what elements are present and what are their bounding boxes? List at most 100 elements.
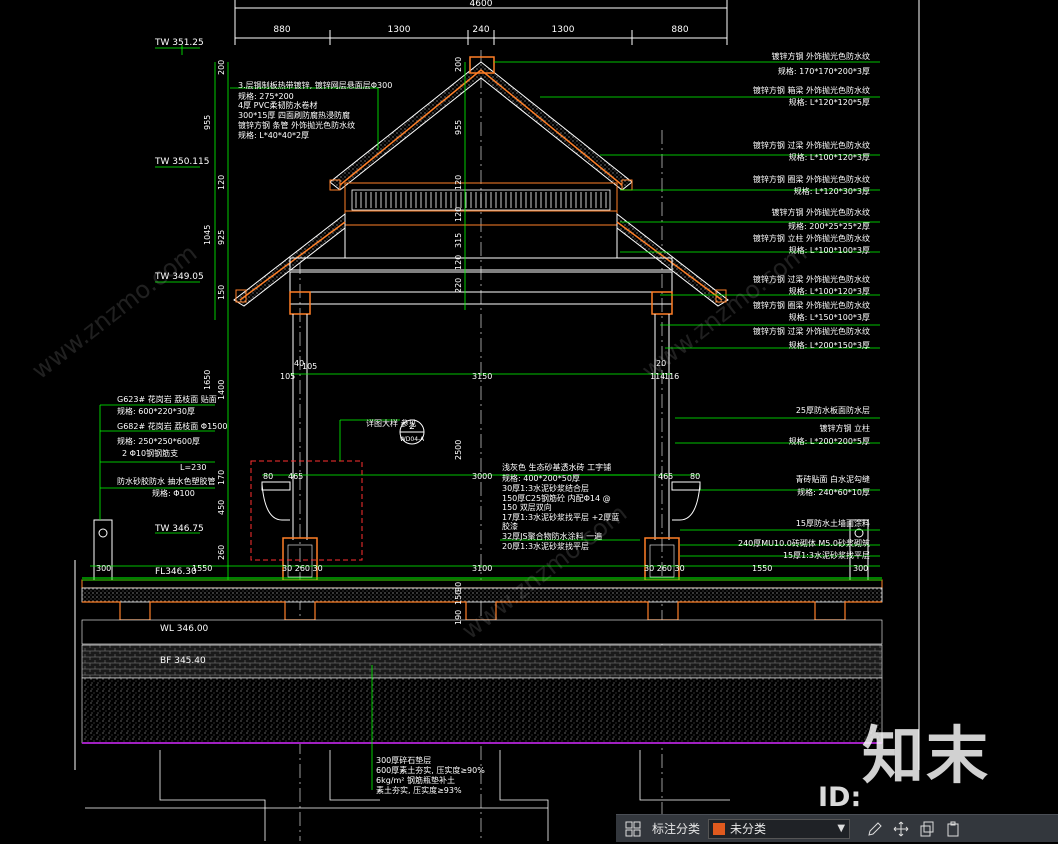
- dim-seg-2: 1300: [388, 25, 411, 35]
- svg-text:925: 925: [217, 230, 226, 245]
- dim-seg-4: 1300: [552, 25, 575, 35]
- elev-4: TW 346.75: [154, 524, 204, 534]
- svg-text:规格: 600*220*30厚: 规格: 600*220*30厚: [117, 406, 195, 416]
- svg-text:120: 120: [454, 255, 463, 270]
- annotation-category-value: 未分类: [730, 822, 767, 836]
- svg-text:浅灰色 生态砂基透水砖 工字铺: 浅灰色 生态砂基透水砖 工字铺: [502, 462, 611, 472]
- svg-text:150 双层双向: 150 双层双向: [502, 502, 552, 512]
- svg-text:300: 300: [853, 564, 868, 573]
- svg-text:胶漆: 胶漆: [502, 521, 518, 531]
- svg-text:镀锌方钢 过梁 外饰抛光色防水纹: 镀锌方钢 过梁 外饰抛光色防水纹: [753, 326, 870, 336]
- svg-text:www.znzmo.com: www.znzmo.com: [26, 239, 202, 385]
- svg-text:150: 150: [454, 590, 463, 605]
- svg-text:80: 80: [690, 472, 700, 481]
- svg-text:规格: L*40*40*2厚: 规格: L*40*40*2厚: [238, 130, 309, 140]
- svg-text:120: 120: [454, 175, 463, 190]
- svg-text:规格: L*120*120*5厚: 规格: L*120*120*5厚: [789, 97, 870, 107]
- svg-text:120: 120: [217, 175, 226, 190]
- detail-ref-sheet: WD04-A: [400, 436, 425, 443]
- svg-text:规格: L*100*120*3厚: 规格: L*100*120*3厚: [789, 286, 870, 296]
- svg-text:镀锌方钢 外饰抛光色防水纹: 镀锌方钢 外饰抛光色防水纹: [771, 207, 870, 217]
- svg-text:规格: L*150*100*3厚: 规格: L*150*100*3厚: [789, 312, 870, 322]
- svg-text:30 260 30: 30 260 30: [644, 564, 685, 573]
- svg-text:规格: 200*25*25*2厚: 规格: 200*25*25*2厚: [788, 221, 870, 231]
- svg-text:规格: L*200*200*5厚: 规格: L*200*200*5厚: [789, 436, 870, 446]
- detail-reference[interactable]: 详图大样 参见 2 WD04-A: [340, 418, 425, 445]
- svg-text:150: 150: [217, 285, 226, 300]
- svg-text:2500: 2500: [454, 440, 463, 460]
- svg-text:规格: 400*200*50厚: 规格: 400*200*50厚: [502, 473, 580, 483]
- svg-text:规格: 170*170*200*3厚: 规格: 170*170*200*3厚: [778, 66, 870, 76]
- move-icon[interactable]: [888, 818, 914, 840]
- svg-text:G623# 花岗岩 荔枝面 贴面: G623# 花岗岩 荔枝面 贴面: [117, 394, 217, 404]
- dim-total: 4600: [470, 0, 493, 9]
- svg-text:规格: L*200*150*3厚: 规格: L*200*150*3厚: [789, 340, 870, 350]
- top-dimension-group: 4600 880 1300 240 1300 880: [234, 0, 728, 45]
- svg-text:450: 450: [217, 500, 226, 515]
- svg-text:600厚素土夯实, 压实度≥90%: 600厚素土夯实, 压实度≥90%: [376, 765, 485, 775]
- svg-text:G682# 花岗岩 荔枝面 Φ1500: G682# 花岗岩 荔枝面 Φ1500: [117, 421, 227, 431]
- svg-text:105: 105: [302, 362, 317, 371]
- category-color-swatch: [713, 822, 726, 835]
- svg-text:1550: 1550: [752, 564, 772, 573]
- svg-text:规格: L*100*120*3厚: 规格: L*100*120*3厚: [789, 152, 870, 162]
- detail-ref-number: 2: [409, 422, 415, 432]
- svg-text:150厚C25钢筋砼 内配Φ14 @: 150厚C25钢筋砼 内配Φ14 @: [502, 493, 611, 503]
- elev-6: WL 346.00: [160, 624, 209, 634]
- svg-text:1045: 1045: [203, 225, 212, 245]
- svg-text:素土夯实, 压实度≥93%: 素土夯实, 压实度≥93%: [376, 785, 462, 795]
- svg-text:6kg/m² 钢筋瓶垫补土: 6kg/m² 钢筋瓶垫补土: [376, 775, 455, 785]
- svg-text:300*15厚 四面刷防腐热浸防腐: 300*15厚 四面刷防腐热浸防腐: [238, 110, 350, 120]
- bottom-notes: 300厚碎石垫层 600厚素土夯实, 压实度≥90% 6kg/m² 钢筋瓶垫补土…: [376, 755, 485, 795]
- dim-seg-1: 880: [273, 25, 290, 35]
- svg-text:规格: Φ100: 规格: Φ100: [152, 488, 195, 498]
- copy-icon[interactable]: [914, 818, 940, 840]
- svg-text:955: 955: [203, 115, 212, 130]
- svg-text:L=230: L=230: [180, 463, 206, 472]
- svg-text:3.层钢制板热带镀锌, 镀锌网层悬面层Φ300: 3.层钢制板热带镀锌, 镀锌网层悬面层Φ300: [238, 80, 392, 90]
- svg-text:4厚 PVC柔韧防水卷材: 4厚 PVC柔韧防水卷材: [238, 100, 318, 110]
- svg-text:镀锌方钢 圈梁 外饰抛光色防水纹: 镀锌方钢 圈梁 外饰抛光色防水纹: [753, 174, 870, 184]
- dim-seg-5: 880: [671, 25, 688, 35]
- svg-text:200: 200: [217, 60, 226, 75]
- svg-text:3150: 3150: [472, 372, 492, 381]
- left-notes: 3.层钢制板热带镀锌, 镀锌网层悬面层Φ300 规格: 275*200 4厚 P…: [238, 80, 392, 140]
- svg-text:1400: 1400: [217, 380, 226, 400]
- svg-text:220: 220: [454, 278, 463, 293]
- svg-text:15厚1:3水泥砂浆找平层: 15厚1:3水泥砂浆找平层: [783, 550, 870, 560]
- svg-text:465: 465: [288, 472, 303, 481]
- annotation-statusbar: 标注分类 未分类 ▼: [616, 814, 1058, 842]
- chevron-down-icon: ▼: [837, 823, 846, 834]
- svg-text:300厚碎石垫层: 300厚碎石垫层: [376, 755, 431, 765]
- svg-text:镀锌方钢 外饰抛光色防水纹: 镀锌方钢 外饰抛光色防水纹: [771, 51, 870, 61]
- svg-text:25厚防水板面防水层: 25厚防水板面防水层: [796, 405, 870, 415]
- svg-text:30厚1:3水泥砂浆结合层: 30厚1:3水泥砂浆结合层: [502, 483, 589, 493]
- elev-5: FL346.30: [155, 567, 197, 577]
- left-lower-notes: G623# 花岗岩 荔枝面 贴面 规格: 600*220*30厚 G682# 花…: [117, 394, 227, 498]
- svg-text:规格: L*120*30*3厚: 规格: L*120*30*3厚: [794, 186, 870, 196]
- svg-text:465: 465: [658, 472, 673, 481]
- svg-text:镀锌方钢 条管 外饰抛光色防水纹: 镀锌方钢 条管 外饰抛光色防水纹: [238, 120, 355, 130]
- svg-text:105: 105: [280, 372, 295, 381]
- edit-icon[interactable]: [862, 818, 888, 840]
- layers-icon[interactable]: [622, 818, 644, 840]
- svg-text:3100: 3100: [472, 564, 492, 573]
- svg-text:1550: 1550: [192, 564, 212, 573]
- svg-text:规格: 240*60*10厚: 规格: 240*60*10厚: [797, 487, 870, 497]
- center-vertical-dims: 200 955 120 120 315 120 220 2500 90 150 …: [454, 57, 463, 625]
- svg-text:青砖贴面 白水泥勾缝: 青砖贴面 白水泥勾缝: [795, 474, 870, 484]
- svg-text:955: 955: [454, 120, 463, 135]
- svg-text:170: 170: [217, 470, 226, 485]
- elev-1: TW 351.25: [154, 38, 204, 48]
- elev-2: TW 350.115: [154, 157, 209, 167]
- paste-icon[interactable]: [940, 818, 966, 840]
- dim-seg-3: 240: [472, 25, 489, 35]
- svg-text:315: 315: [454, 233, 463, 248]
- svg-text:30 260 30: 30 260 30: [282, 564, 323, 573]
- svg-text:300: 300: [96, 564, 111, 573]
- svg-text:防水砂胶防水 抽水色塑胶管: 防水砂胶防水 抽水色塑胶管: [117, 476, 216, 486]
- annotation-category-select[interactable]: 未分类 ▼: [708, 818, 851, 839]
- svg-text:240厚MU10.0砖砌体 M5.0砂浆砌筑: 240厚MU10.0砖砌体 M5.0砂浆砌筑: [738, 538, 870, 548]
- svg-text:镀锌方钢 过梁 外饰抛光色防水纹: 镀锌方钢 过梁 外饰抛光色防水纹: [753, 140, 870, 150]
- svg-text:镀锌方钢 圈梁 外饰抛光色防水纹: 镀锌方钢 圈梁 外饰抛光色防水纹: [753, 300, 870, 310]
